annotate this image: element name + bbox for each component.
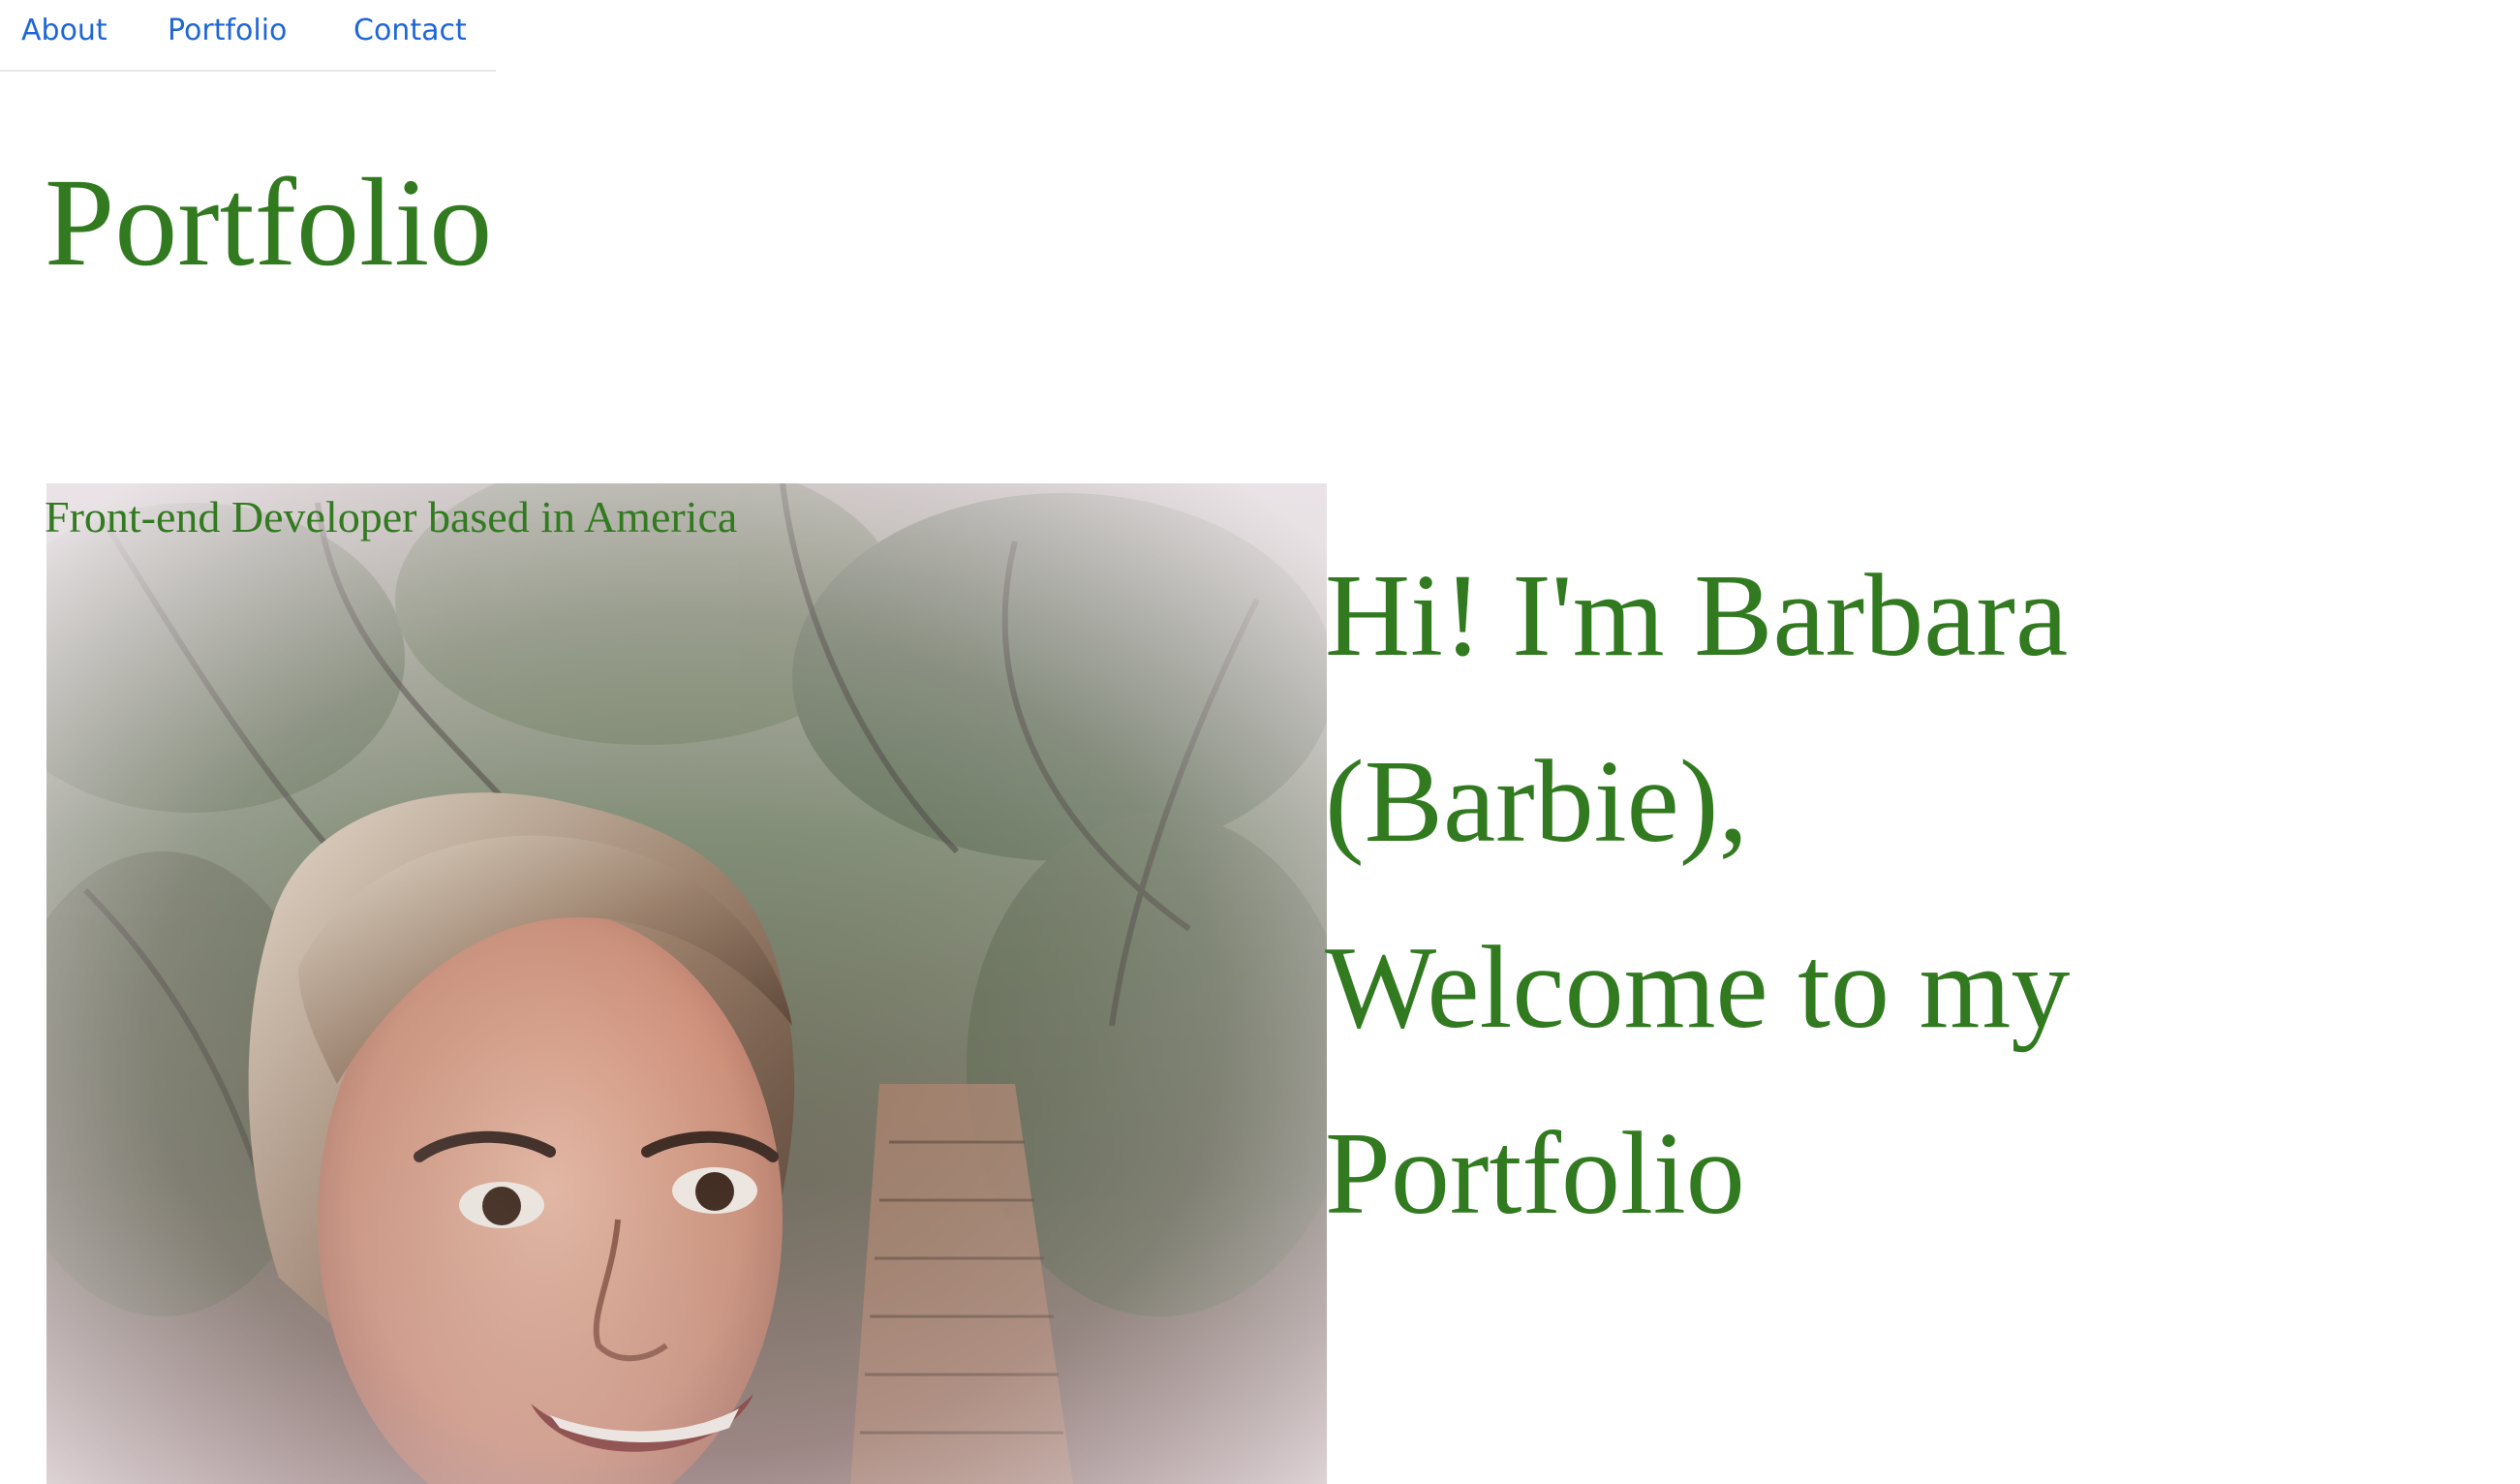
top-nav: About Portfolio Contact	[0, 0, 496, 72]
profile-photo-illustration	[46, 483, 1327, 1484]
page-title: Portfolio	[45, 153, 493, 293]
greeting-line: (Barbie),	[1325, 736, 1748, 867]
greeting-line: Hi! I'm Barbara	[1325, 550, 2069, 681]
nav-link-about[interactable]: About	[21, 12, 108, 50]
hero-greeting: Hi! I'm Barbara (Barbie), Welcome to my …	[1325, 523, 2070, 1267]
hero-tagline: Front-end Developer based in America	[45, 492, 738, 541]
nav-link-portfolio[interactable]: Portfolio	[168, 12, 287, 50]
nav-link-contact[interactable]: Contact	[353, 12, 467, 50]
greeting-line: Portfolio	[1325, 1108, 1745, 1239]
greeting-line: Welcome to my	[1325, 922, 2071, 1053]
profile-photo	[46, 483, 1327, 1484]
